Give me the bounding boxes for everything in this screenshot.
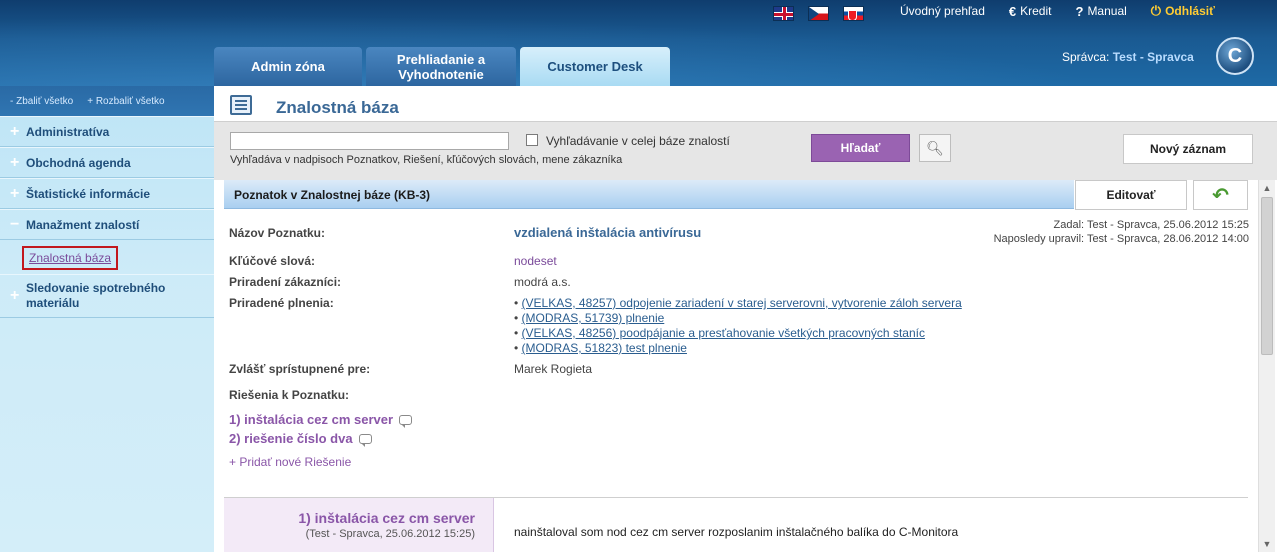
task-link[interactable]: (MODRAS, 51823) test plnenie [522, 341, 687, 355]
main-tabs: Admin zóna Prehliadanie a Vyhodnotenie C… [214, 47, 670, 86]
logout-link[interactable]: ⏻ Odhlásiť [1151, 3, 1215, 19]
scroll-down-icon[interactable]: ▼ [1259, 536, 1275, 552]
solution-link[interactable]: 1) inštalácia cez cm server [229, 412, 413, 428]
tab-browsing-evaluation[interactable]: Prehliadanie a Vyhodnotenie [366, 47, 516, 86]
sidebar-item-statistics[interactable]: + Štatistické informácie [0, 178, 214, 209]
task-item: • (VELKAS, 48257) odpojenie zariadení v … [514, 296, 962, 310]
main-content: Znalostná báza Vyhľadávanie v celej báze… [214, 86, 1277, 552]
credit-link[interactable]: € Kredit [1009, 4, 1052, 19]
expand-all-link[interactable]: + Rozbaliť všetko [87, 96, 164, 116]
minus-icon: − [10, 215, 20, 233]
sidebar-item-label: Obchodná agenda [26, 155, 131, 170]
tab-customer-desk[interactable]: Customer Desk [520, 47, 670, 86]
tab-browsing-evaluation-label: Prehliadanie a Vyhodnotenie [396, 51, 486, 82]
customers-label: Priradení zákazníci: [229, 275, 342, 289]
overview-label: Úvodný prehľad [900, 4, 985, 18]
sk-flag-icon[interactable] [843, 6, 864, 21]
cz-flag-icon[interactable] [808, 6, 829, 21]
task-link[interactable]: (VELKAS, 48257) odpojenie zariadení v st… [522, 296, 962, 310]
sidebar-item-knowledge-management[interactable]: − Manažment znalostí [0, 209, 214, 240]
new-record-button[interactable]: Nový záznam [1123, 134, 1253, 164]
logout-label: Odhlásiť [1165, 4, 1215, 18]
search-all-label: Vyhľadávanie v celej báze znalostí [546, 134, 730, 148]
plus-icon: + [10, 287, 20, 304]
credit-label: Kredit [1020, 4, 1052, 18]
created-meta: Zadal: Test - Spravca, 25.06.2012 15:25 [1053, 219, 1249, 231]
solution-detail-text: nainštaloval som nod cez cm server rozpo… [514, 525, 959, 539]
app-header: Úvodný prehľad € Kredit ? Manual ⏻ Odhlásiť… [0, 0, 1277, 86]
modified-meta: Naposledy upravil: Test - Spravca, 28.06… [993, 233, 1249, 245]
solution-detail-meta: (Test - Spravca, 25.06.2012 15:25) [305, 528, 475, 540]
euro-icon: € [1008, 3, 1017, 19]
scroll-up-icon[interactable]: ▲ [1259, 180, 1275, 196]
panel-title: Poznatok v Znalostnej báze (KB-3) [234, 188, 431, 202]
sidebar: - Zbaliť všetko + Rozbaliť všetko + Admi… [0, 86, 214, 552]
tasks-label: Priradené plnenia: [229, 296, 334, 310]
comment-icon[interactable] [399, 414, 413, 428]
manager-name: Test - Spravca [1112, 50, 1194, 64]
task-item: • (MODRAS, 51823) test plnenie [514, 341, 687, 355]
tab-admin-zone[interactable]: Admin zóna [214, 47, 362, 86]
solution-title: 1) inštalácia cez cm server [229, 412, 394, 427]
sidebar-item-label: Štatistické informácie [26, 186, 151, 201]
add-solution-link[interactable]: + Pridať nové Riešenie [229, 455, 351, 469]
power-icon: ⏻ [1150, 3, 1162, 18]
sidebar-item-consumables[interactable]: + Sledovanie spotrebného materiálu [0, 274, 214, 318]
search-all-checkbox[interactable] [526, 134, 538, 146]
sidebar-item-administration[interactable]: + Administratíva [0, 116, 214, 147]
manager-label: Správca: [1062, 50, 1110, 64]
manual-link[interactable]: ? Manual [1075, 4, 1126, 19]
sidebar-item-business[interactable]: + Obchodná agenda [0, 147, 214, 178]
search-button[interactable]: Hľadať [811, 134, 910, 162]
collapse-all-link[interactable]: - Zbaliť všetko [10, 96, 73, 116]
access-value: Marek Rogieta [514, 362, 593, 376]
access-label: Zvlášť sprístupnené pre: [229, 362, 371, 376]
back-arrow-icon[interactable]: ↶ [1193, 180, 1248, 210]
solution-link[interactable]: 2) riešenie číslo dva [229, 431, 372, 447]
solution-title: 2) riešenie číslo dva [229, 431, 353, 446]
sidebar-subitem-knowledge-base[interactable]: Znalostná báza [29, 251, 111, 265]
task-link[interactable]: (MODRAS, 51739) plnenie [522, 311, 665, 325]
plus-icon: + [10, 153, 20, 171]
overview-link[interactable]: Úvodný prehľad [900, 4, 985, 18]
page-title: Znalostná báza [276, 98, 399, 117]
manual-label: Manual [1087, 4, 1127, 18]
top-links: Úvodný prehľad € Kredit ? Manual ⏻ Odhlásiť [900, 3, 1215, 19]
knowledge-base-icon [230, 95, 252, 115]
panel-header: Poznatok v Znalostnej báze (KB-3) [224, 180, 1074, 209]
customers-value: modrá a.s. [514, 275, 571, 289]
task-link[interactable]: (VELKAS, 48256) poodpájanie a presťahova… [522, 326, 925, 340]
search-hint: Vyhľadáva v nadpisoch Poznatkov, Riešení… [230, 154, 623, 166]
task-item: • (MODRAS, 51739) plnenie [514, 311, 665, 325]
plus-icon: + [10, 184, 20, 202]
sidebar-subitem-container: Znalostná báza [0, 240, 214, 274]
sidebar-subitem-active-highlight: Znalostná báza [22, 246, 119, 270]
uk-flag-icon[interactable] [773, 6, 794, 21]
task-item: • (VELKAS, 48256) poodpájanie a presťaho… [514, 326, 925, 340]
solutions-label: Riešenia k Poznatku: [229, 388, 350, 402]
name-value: vzdialená inštalácia antivírusu [514, 225, 702, 240]
scroll-thumb[interactable] [1261, 197, 1273, 355]
sidebar-expand-controls: - Zbaliť všetko + Rozbaliť všetko [0, 86, 214, 116]
scrollbar[interactable]: ▲ ▼ [1258, 180, 1275, 552]
manager-info: Správca: Test - Spravca [1062, 50, 1194, 64]
search-input[interactable] [230, 132, 509, 150]
name-label: Názov Poznatku: [229, 226, 326, 240]
language-switcher [773, 6, 864, 21]
help-icon: ? [1075, 3, 1084, 19]
solution-detail-title: 1) inštalácia cez cm server [298, 510, 475, 526]
sidebar-item-label: Manažment znalostí [26, 217, 140, 232]
comment-icon[interactable] [358, 433, 372, 447]
sidebar-item-label: Sledovanie spotrebného materiálu [26, 281, 166, 310]
solution-detail-header: 1) inštalácia cez cm server (Test - Spra… [224, 498, 494, 552]
sidebar-item-label: Administratíva [26, 124, 110, 139]
search-bar: Vyhľadávanie v celej báze znalostí Vyhľa… [214, 122, 1277, 180]
advanced-search-icon[interactable]: 🔍︎ [919, 134, 951, 162]
app-logo-icon[interactable]: C [1216, 37, 1254, 75]
keywords-value: nodeset [514, 254, 557, 268]
edit-button[interactable]: Editovať [1075, 180, 1187, 210]
plus-icon: + [10, 122, 20, 140]
page-title-bar: Znalostná báza [214, 86, 1277, 122]
keywords-label: Kľúčové slová: [229, 254, 315, 268]
